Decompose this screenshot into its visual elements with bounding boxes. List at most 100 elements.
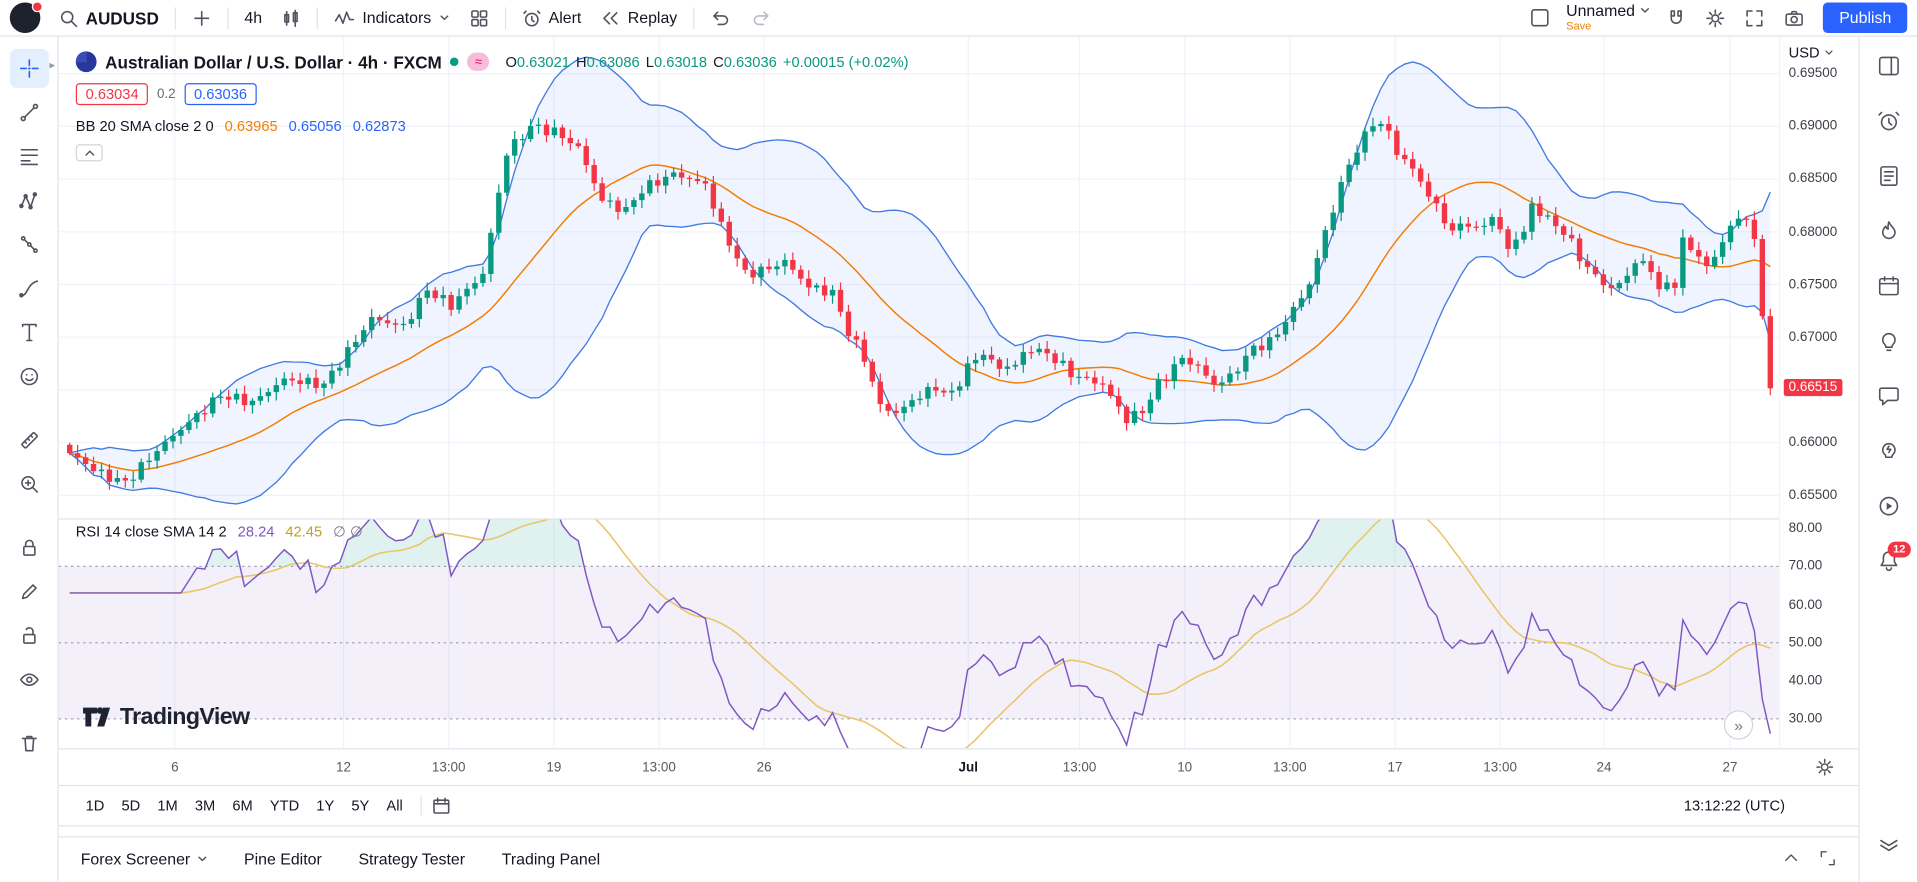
object-tree-button[interactable]	[1876, 830, 1900, 854]
trend-line-icon	[19, 103, 38, 122]
indicators-button[interactable]: Indicators	[326, 3, 458, 32]
tab-pine-editor[interactable]: Pine Editor	[244, 849, 322, 867]
news-button[interactable]	[1876, 164, 1900, 188]
hotlists-button[interactable]	[1876, 219, 1900, 243]
range-3m[interactable]: 3M	[186, 793, 223, 817]
tool-fib-retracement[interactable]	[9, 137, 48, 176]
alerts-panel-button[interactable]	[1876, 109, 1900, 133]
undo-button[interactable]	[702, 3, 740, 32]
layout-select-button[interactable]	[1521, 3, 1559, 32]
tool-edit[interactable]	[9, 572, 48, 611]
bb-upper-value: 0.65056	[288, 117, 342, 135]
symbol-title[interactable]: Australian Dollar / U.S. Dollar · 4h · F…	[105, 52, 442, 72]
chevron-down-icon	[440, 15, 449, 21]
bb-legend[interactable]: BB 20 SMA close 2 0 0.63965 0.65056 0.62…	[76, 117, 909, 134]
replay-button[interactable]: Replay	[592, 3, 685, 32]
bottom-panel-tabs: Forex Screener Pine Editor Strategy Test…	[58, 836, 1859, 879]
tool-remove-drawings[interactable]	[9, 724, 48, 763]
replay-label: Replay	[627, 8, 678, 27]
notifications-badge: 12	[1888, 541, 1911, 558]
time-axis[interactable]: 6 12 13:00 19 13:00 26 Jul 13:00 10 13:00 17 13:00 2…	[58, 748, 1859, 785]
tool-prediction[interactable]	[9, 225, 48, 264]
range-5y[interactable]: 5Y	[343, 793, 378, 817]
tool-brush[interactable]	[9, 269, 48, 308]
tool-hide-all[interactable]	[9, 660, 48, 699]
tab-forex-screener[interactable]: Forex Screener	[81, 849, 208, 867]
watchlist-icon	[1878, 56, 1899, 76]
range-all[interactable]: All	[378, 793, 411, 817]
streams-button[interactable]	[1876, 439, 1900, 463]
go-to-date-icon[interactable]	[432, 796, 452, 816]
fullscreen-button[interactable]	[1737, 3, 1774, 32]
main-area: ▸ USD 0.69500 0.69000 0.68500 0.68000 0.…	[0, 36, 1917, 882]
settings-button[interactable]	[1697, 3, 1734, 32]
bb-title: BB 20 SMA close 2 0	[75, 117, 214, 135]
range-1d[interactable]: 1D	[77, 793, 113, 817]
tool-pattern[interactable]	[9, 181, 48, 220]
range-1y[interactable]: 1Y	[308, 793, 343, 817]
rsi-legend[interactable]: RSI 14 close SMA 14 2 28.24 42.45 ∅ ∅	[76, 523, 363, 540]
range-6m[interactable]: 6M	[224, 793, 261, 817]
market-open-dot	[450, 57, 459, 67]
axis-settings-gear-icon[interactable]	[1816, 758, 1834, 776]
snapshot-button[interactable]	[1776, 3, 1814, 32]
alerts-clock-icon	[1877, 111, 1899, 131]
tool-crosshair[interactable]	[9, 48, 49, 89]
range-ytd[interactable]: YTD	[261, 793, 307, 817]
close-value: 0.63036	[723, 53, 777, 71]
alert-button[interactable]: Alert	[513, 3, 590, 32]
delayed-data-badge[interactable]: ≈	[467, 52, 490, 71]
date-range-toolbar: 1D 5D 1M 3M 6M YTD 1Y 5Y All 13:12:22 (UTC)	[58, 784, 1859, 827]
range-5d[interactable]: 5D	[113, 793, 149, 817]
interval-button[interactable]: 4h	[236, 3, 271, 32]
server-clock[interactable]: 13:12:22 (UTC)	[1684, 797, 1841, 814]
maximize-panel-icon[interactable]	[1819, 850, 1836, 867]
watchlist-button[interactable]	[1876, 54, 1900, 78]
time-tick: 13:00	[642, 760, 676, 776]
tool-emoji[interactable]	[9, 357, 48, 396]
tool-measure[interactable]	[9, 421, 48, 460]
redo-button[interactable]	[742, 3, 780, 32]
calendar-icon	[1878, 276, 1899, 296]
collapse-indicators-button[interactable]	[75, 144, 103, 162]
chat-button[interactable]	[1876, 384, 1900, 408]
tab-trading-panel[interactable]: Trading Panel	[502, 849, 600, 867]
user-avatar[interactable]	[9, 1, 43, 34]
scroll-to-recent-button[interactable]: »	[1723, 710, 1754, 740]
tool-zoom-in[interactable]	[9, 465, 48, 504]
compare-add-button[interactable]	[183, 3, 220, 32]
streams-play-button[interactable]	[1876, 494, 1900, 518]
grid-layout-button[interactable]	[461, 3, 498, 32]
price-tick: 0.68500	[1788, 171, 1838, 187]
tab-strategy-tester[interactable]: Strategy Tester	[358, 849, 465, 867]
ohlc-values: O0.63021 H0.63086 L0.63018 C0.63036 +0.0…	[505, 53, 908, 70]
tool-trend-line[interactable]	[9, 93, 48, 132]
chart-style-button[interactable]	[273, 3, 310, 32]
save-link[interactable]: Save	[1566, 18, 1591, 33]
tool-expander-arrow[interactable]: ▸	[49, 59, 55, 72]
expand-panel-chevron-icon[interactable]	[1783, 850, 1800, 867]
calendar-button[interactable]	[1876, 274, 1900, 298]
price-tick: 0.69500	[1788, 66, 1838, 81]
gear-icon	[1706, 8, 1725, 27]
time-tick: 10	[1177, 760, 1193, 776]
price-axis[interactable]: USD 0.69500 0.69000 0.68500 0.68000 0.67500 0…	[1778, 36, 1858, 749]
symbol-search-button[interactable]: AUDUSD	[50, 3, 167, 32]
ask-price-chip[interactable]: 0.63036	[184, 83, 257, 106]
tool-lock-all[interactable]	[9, 528, 48, 567]
redo-icon	[753, 11, 769, 26]
bid-price-chip[interactable]: 0.63034	[75, 83, 149, 106]
layout-name: Unnamed	[1566, 0, 1636, 19]
prediction-icon	[20, 236, 38, 254]
price-axis-currency[interactable]: USD	[1789, 44, 1835, 61]
layout-name-block[interactable]: Unnamed Save	[1561, 0, 1656, 33]
tool-unlock[interactable]	[9, 616, 48, 655]
tool-text[interactable]	[9, 313, 48, 352]
notifications-button[interactable]: 12	[1876, 541, 1911, 573]
range-1m[interactable]: 1M	[149, 793, 186, 817]
spread-value: 0.2	[156, 86, 176, 102]
magnet-mode-button[interactable]	[1658, 3, 1695, 32]
rsi-extra-values: ∅ ∅	[333, 523, 363, 541]
ideas-button[interactable]	[1876, 329, 1900, 353]
publish-button[interactable]: Publish	[1823, 2, 1908, 34]
